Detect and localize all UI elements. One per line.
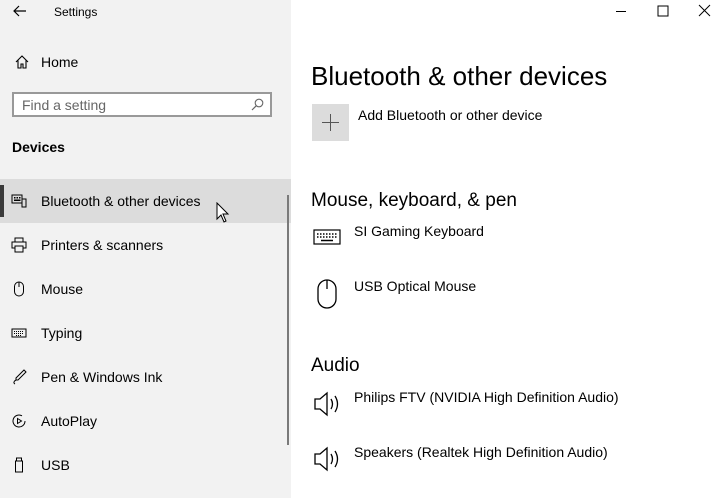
device-speaker-philips[interactable]: Philips FTV (NVIDIA High Definition Audi… [312, 389, 712, 429]
usb-icon [15, 457, 23, 473]
app-title: Settings [54, 5, 98, 19]
sidebar-item-label: Pen & Windows Ink [41, 369, 163, 385]
device-speaker-realtek[interactable]: Speakers (Realtek High Definition Audio) [312, 444, 712, 484]
bluetooth-devices-icon [11, 194, 27, 208]
section-title: Devices [12, 139, 65, 155]
device-name: Speakers (Realtek High Definition Audio) [354, 444, 608, 460]
device-mouse[interactable]: USB Optical Mouse [312, 278, 712, 318]
sidebar-item-label: Typing [41, 325, 83, 341]
device-name: Philips FTV (NVIDIA High Definition Audi… [354, 389, 619, 405]
pen-icon [13, 369, 27, 385]
sidebar-item-bluetooth[interactable]: Bluetooth & other devices [0, 179, 291, 223]
sidebar-item-pen[interactable]: Pen & Windows Ink [0, 355, 291, 399]
mouse-pointer-icon [216, 202, 230, 223]
autoplay-icon [12, 414, 26, 428]
sidebar-item-label: USB [41, 457, 70, 473]
minimize-button[interactable] [606, 0, 636, 24]
sidebar-item-label: Printers & scanners [41, 237, 164, 253]
sidebar-item-label: Bluetooth & other devices [41, 193, 201, 209]
home-icon [15, 55, 29, 69]
back-arrow-icon[interactable] [12, 3, 28, 19]
speaker-icon [314, 391, 339, 417]
sidebar: Settings Home Devices Bluetooth & other … [0, 0, 291, 498]
device-keyboard[interactable]: SI Gaming Keyboard [312, 223, 712, 263]
search-input[interactable] [22, 96, 242, 114]
group-title-input: Mouse, keyboard, & pen [311, 190, 517, 211]
sidebar-item-printers[interactable]: Printers & scanners [0, 223, 291, 267]
home-link[interactable]: Home [0, 50, 291, 74]
sidebar-item-label: AutoPlay [41, 413, 98, 429]
sidebar-item-label: Mouse [41, 281, 84, 297]
search-box[interactable] [12, 92, 272, 117]
device-name: USB Optical Mouse [354, 278, 477, 294]
sidebar-item-usb[interactable]: USB [0, 443, 291, 487]
selection-indicator [0, 185, 4, 217]
mouse-icon [14, 281, 24, 297]
group-title-audio: Audio [311, 355, 360, 376]
device-name: SI Gaming Keyboard [354, 223, 484, 239]
keyboard-icon [11, 328, 27, 338]
add-device-button[interactable] [312, 104, 349, 141]
printer-icon [11, 237, 27, 253]
keyboard-icon [313, 229, 341, 245]
search-icon[interactable] [251, 98, 264, 111]
plus-icon [322, 114, 339, 131]
mouse-icon [317, 279, 337, 309]
maximize-button[interactable] [648, 0, 678, 24]
close-button[interactable] [690, 0, 720, 24]
page-title: Bluetooth & other devices [311, 61, 608, 92]
sidebar-item-typing[interactable]: Typing [0, 311, 291, 355]
sidebar-item-mouse[interactable]: Mouse [0, 267, 291, 311]
home-label: Home [41, 54, 79, 70]
sidebar-item-autoplay[interactable]: AutoPlay [0, 399, 291, 443]
add-device-label[interactable]: Add Bluetooth or other device [358, 107, 542, 123]
sidebar-scrollbar[interactable] [287, 195, 289, 445]
speaker-icon [314, 446, 339, 472]
